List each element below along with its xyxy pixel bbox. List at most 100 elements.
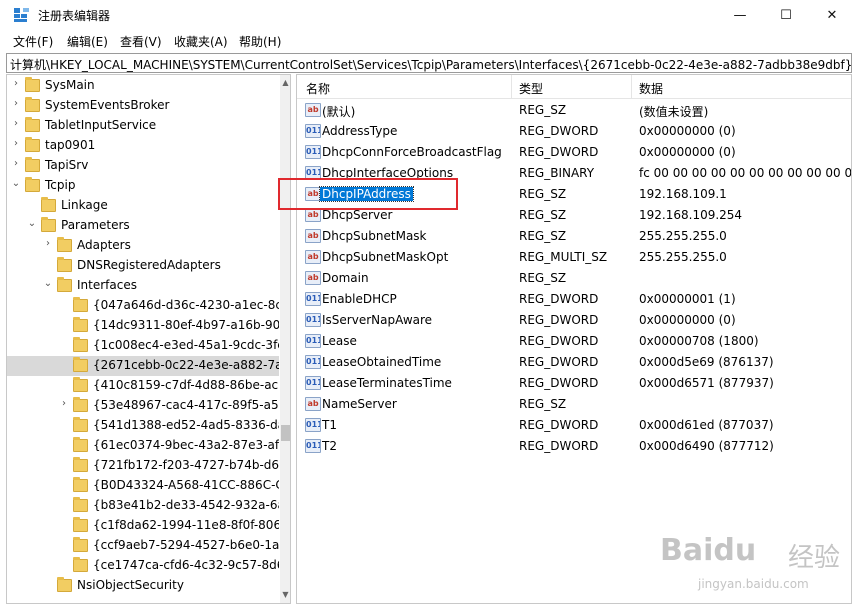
- address-bar[interactable]: 计算机\HKEY_LOCAL_MACHINE\SYSTEM\CurrentCon…: [6, 53, 852, 73]
- value-name: Lease: [322, 334, 357, 348]
- menu-edit[interactable]: 编辑(E): [67, 33, 108, 50]
- menu-view[interactable]: 查看(V): [120, 33, 162, 50]
- value-row[interactable]: 011T2 REG_DWORD 0x000d6490 (877712): [297, 436, 851, 457]
- tree-item[interactable]: ⌄ Tcpip: [7, 176, 279, 196]
- chevron-right-icon[interactable]: ›: [11, 158, 21, 169]
- key-tree-pane[interactable]: › SysMain › SystemEventsBroker › TabletInputS…: [6, 74, 291, 604]
- menu-file[interactable]: 文件(F): [13, 33, 53, 50]
- chevron-right-icon[interactable]: ›: [11, 98, 21, 109]
- value-row[interactable]: 011DhcpConnForceBroadcastFlag REG_DWORD 0x…: [297, 142, 851, 163]
- tree-item[interactable]: › TapiSrv: [7, 156, 279, 176]
- tree-item[interactable]: › SysMain: [7, 76, 279, 96]
- tree-item[interactable]: DNSRegisteredAdapters: [7, 256, 279, 276]
- menu-favorites[interactable]: 收藏夹(A): [174, 33, 228, 50]
- minimize-button[interactable]: —: [717, 0, 763, 30]
- tree-vertical-scrollbar[interactable]: ▲ ▼: [280, 75, 290, 603]
- tree-item-label: Tcpip: [45, 178, 76, 192]
- value-type: REG_DWORD: [519, 145, 599, 159]
- tree-item[interactable]: ⌄ Parameters: [7, 216, 279, 236]
- column-divider[interactable]: [511, 75, 512, 99]
- column-data[interactable]: 数据: [639, 80, 663, 97]
- column-name[interactable]: 名称: [306, 80, 330, 97]
- tree-item[interactable]: {61ec0374-9bec-43a2-87e3-afa: [7, 436, 279, 456]
- tree-item[interactable]: › SystemEventsBroker: [7, 96, 279, 116]
- tree-item[interactable]: › tap0901: [7, 136, 279, 156]
- tree-item[interactable]: Linkage: [7, 196, 279, 216]
- folder-icon: [73, 477, 88, 492]
- value-name: DhcpSubnetMaskOpt: [322, 250, 449, 264]
- tree-item-label: tap0901: [45, 138, 96, 152]
- folder-icon: [57, 577, 72, 592]
- watermark-cn: 经验: [788, 543, 841, 573]
- value-name: T1: [322, 418, 337, 432]
- value-row[interactable]: ab NameServer REG_SZ: [297, 394, 851, 415]
- value-row[interactable]: 011LeaseTerminatesTime REG_DWORD 0x000d657…: [297, 373, 851, 394]
- menu-help[interactable]: 帮助(H): [239, 33, 281, 50]
- string-value-icon: ab: [305, 229, 321, 243]
- tree-item[interactable]: {410c8159-c7df-4d88-86be-ac2: [7, 376, 279, 396]
- chevron-down-icon[interactable]: ⌄: [43, 278, 53, 289]
- value-row[interactable]: ab DhcpSubnetMask REG_SZ 255.255.255.0: [297, 226, 851, 247]
- folder-icon: [57, 237, 72, 252]
- tree-item[interactable]: ⌄ Interfaces: [7, 276, 279, 296]
- value-name: DhcpServer: [322, 208, 393, 222]
- value-list-pane[interactable]: 名称 类型 数据 ab(默认)REG_SZ(数值未设置)011AddressTy…: [296, 74, 852, 604]
- tree-item-label: {b83e41b2-de33-4542-932a-6a: [93, 498, 279, 512]
- maximize-button[interactable]: ☐: [763, 0, 809, 30]
- value-row[interactable]: 011T1 REG_DWORD 0x000d61ed (877037): [297, 415, 851, 436]
- value-data: 255.255.255.0: [639, 229, 727, 243]
- folder-icon: [57, 277, 72, 292]
- tree-item[interactable]: NsiObjectSecurity: [7, 576, 279, 596]
- list-header: 名称 类型 数据: [297, 75, 851, 99]
- value-type: REG_BINARY: [519, 166, 595, 180]
- value-name: DhcpSubnetMask: [322, 229, 427, 243]
- folder-icon: [73, 377, 88, 392]
- tree-item-label: NsiObjectSecurity: [77, 578, 184, 592]
- value-row[interactable]: ab (默认) REG_SZ (数值未设置): [297, 100, 851, 121]
- chevron-right-icon[interactable]: ›: [11, 138, 21, 149]
- chevron-right-icon[interactable]: ›: [43, 238, 53, 249]
- value-row[interactable]: ab Domain REG_SZ: [297, 268, 851, 289]
- chevron-right-icon[interactable]: ›: [59, 398, 69, 409]
- chevron-right-icon[interactable]: ›: [11, 78, 21, 89]
- value-row[interactable]: 011IsServerNapAware REG_DWORD 0x00000000 (…: [297, 310, 851, 331]
- tree-item[interactable]: {b83e41b2-de33-4542-932a-6a: [7, 496, 279, 516]
- value-name: NameServer: [322, 397, 397, 411]
- tree-item[interactable]: › {53e48967-cac4-417c-89f5-a56: [7, 396, 279, 416]
- value-row[interactable]: 011Lease REG_DWORD 0x00000708 (1800): [297, 331, 851, 352]
- value-row[interactable]: 011AddressType REG_DWORD 0x00000000 (0): [297, 121, 851, 142]
- tree-item-label: {1c008ec4-e3ed-45a1-9cdc-3fc: [93, 338, 279, 352]
- tree-scroll-thumb[interactable]: [281, 425, 290, 441]
- menu-bar: 文件(F) 编辑(E) 查看(V) 收藏夹(A) 帮助(H): [0, 30, 859, 52]
- scroll-down-icon[interactable]: ▼: [280, 589, 290, 601]
- value-type: REG_DWORD: [519, 292, 599, 306]
- scroll-up-icon[interactable]: ▲: [280, 77, 290, 89]
- tree-item[interactable]: {14dc9311-80ef-4b97-a16b-908: [7, 316, 279, 336]
- tree-item[interactable]: {721fb172-f203-4727-b74b-d60: [7, 456, 279, 476]
- tree-item[interactable]: {047a646d-d36c-4230-a1ec-8c7: [7, 296, 279, 316]
- tree-item[interactable]: {ccf9aeb7-5294-4527-b6e0-1a6: [7, 536, 279, 556]
- value-row[interactable]: 011LeaseObtainedTime REG_DWORD 0x000d5e69 …: [297, 352, 851, 373]
- close-button[interactable]: ✕: [809, 0, 855, 30]
- tree-item[interactable]: {B0D43324-A568-41CC-886C-Cl: [7, 476, 279, 496]
- value-row[interactable]: ab DhcpSubnetMaskOpt REG_MULTI_SZ 255.255.2…: [297, 247, 851, 268]
- chevron-down-icon[interactable]: ⌄: [11, 178, 21, 189]
- value-name: T2: [322, 439, 337, 453]
- value-type: REG_SZ: [519, 229, 567, 243]
- tree-item[interactable]: {1c008ec4-e3ed-45a1-9cdc-3fc: [7, 336, 279, 356]
- value-type: REG_DWORD: [519, 376, 599, 390]
- column-type[interactable]: 类型: [519, 80, 543, 97]
- value-row[interactable]: 011EnableDHCP REG_DWORD 0x00000001 (1): [297, 289, 851, 310]
- value-data: (数值未设置): [639, 105, 709, 119]
- column-divider[interactable]: [631, 75, 632, 99]
- tree-item[interactable]: › Adapters: [7, 236, 279, 256]
- chevron-right-icon[interactable]: ›: [11, 118, 21, 129]
- tree-item[interactable]: {541d1388-ed52-4ad5-8336-da: [7, 416, 279, 436]
- tree-item[interactable]: {2671cebb-0c22-4e3e-a882-7a: [7, 356, 279, 376]
- tree-item[interactable]: {ce1747ca-cfd6-4c32-9c57-8d6: [7, 556, 279, 576]
- binary-value-icon: 011: [305, 145, 321, 159]
- tree-item[interactable]: › TabletInputService: [7, 116, 279, 136]
- chevron-down-icon[interactable]: ⌄: [27, 218, 37, 229]
- value-name: IsServerNapAware: [322, 313, 433, 327]
- tree-item[interactable]: {c1f8da62-1994-11e8-8f0f-806: [7, 516, 279, 536]
